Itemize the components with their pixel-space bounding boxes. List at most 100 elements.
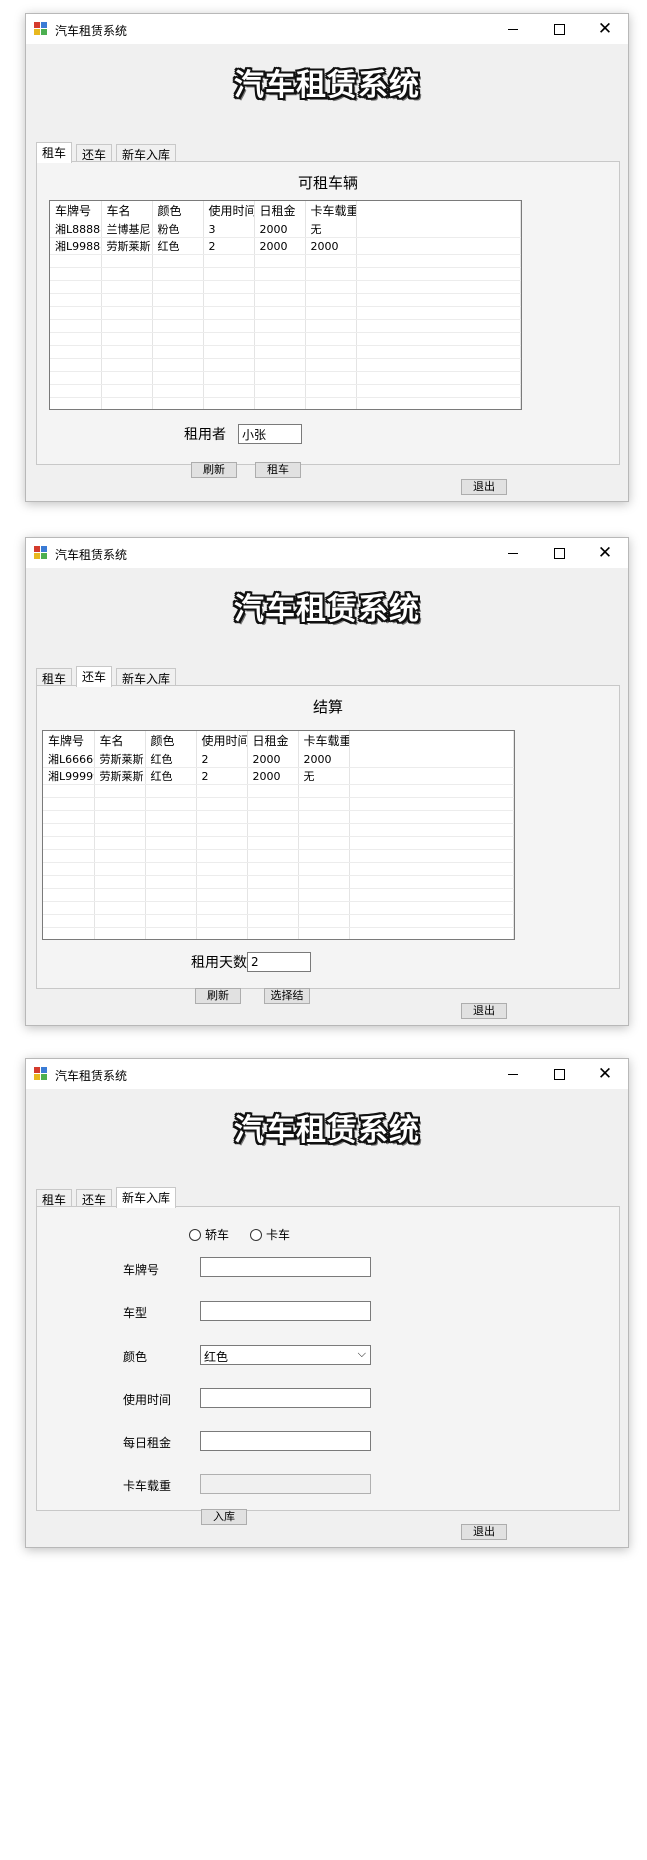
empty-cell	[50, 371, 102, 385]
column-header[interactable]: 车牌号	[50, 201, 102, 221]
empty-cell	[43, 849, 95, 863]
empty-cell	[247, 901, 299, 915]
add-to-stock-button[interactable]: 入库	[201, 1509, 247, 1525]
exit-button[interactable]: 退出	[461, 1003, 507, 1019]
radio-truck[interactable]: 卡车	[250, 1226, 290, 1243]
close-button[interactable]: ✕	[582, 14, 628, 44]
table-cell: 湘L99999	[43, 767, 95, 785]
empty-cell	[298, 901, 350, 915]
close-button[interactable]: ✕	[582, 538, 628, 568]
table-cell: 红色	[152, 237, 204, 255]
empty-cell	[305, 293, 357, 307]
empty-cell	[254, 371, 306, 385]
refresh-button[interactable]: 刷新	[195, 988, 241, 1004]
rented-cars-grid[interactable]: 车牌号 车名 颜色 使用时间 日租金 卡车载重 湘L66666 劳斯莱斯 红色 …	[42, 730, 515, 940]
empty-cell	[305, 371, 357, 385]
tab-return[interactable]: 还车	[76, 1189, 113, 1207]
usage-time-input[interactable]	[200, 1388, 371, 1408]
table-header-row: 车牌号 车名 颜色 使用时间 日租金 卡车载重	[43, 731, 514, 751]
maximize-button[interactable]	[536, 1059, 582, 1089]
column-header[interactable]: 卡车载重	[305, 201, 357, 221]
table-cell: 无	[298, 767, 350, 785]
model-input[interactable]	[200, 1301, 371, 1321]
empty-cell	[196, 888, 248, 902]
table-row[interactable]: 湘L88888 兰博基尼 粉色 3 2000 无	[50, 221, 521, 238]
empty-cell	[356, 345, 521, 359]
empty-table-row	[43, 914, 514, 928]
available-cars-grid[interactable]: 车牌号 车名 颜色 使用时间 日租金 卡车载重 湘L88888 兰博基尼 粉色 …	[49, 200, 522, 410]
column-header[interactable]: 车名	[101, 201, 153, 221]
refresh-button[interactable]: 刷新	[191, 462, 237, 478]
minimize-button[interactable]	[490, 1059, 536, 1089]
exit-button[interactable]: 退出	[461, 479, 507, 495]
chevron-down-icon: ⌵	[357, 1347, 366, 1360]
empty-cell	[203, 280, 255, 294]
tab-new-car[interactable]: 新车入库	[116, 1187, 177, 1208]
empty-cell	[196, 784, 248, 798]
tab-rent[interactable]: 租车	[36, 668, 73, 686]
close-button[interactable]: ✕	[582, 1059, 628, 1089]
maximize-icon	[553, 23, 565, 35]
minimize-button[interactable]	[490, 14, 536, 44]
color-select[interactable]: 红色 ⌵	[200, 1345, 371, 1365]
close-icon: ✕	[597, 1063, 613, 1084]
empty-cell	[254, 384, 306, 398]
tab-new-car[interactable]: 新车入库	[116, 668, 177, 686]
color-select-value: 红色	[204, 1350, 229, 1364]
daily-rent-input[interactable]	[200, 1431, 371, 1451]
empty-cell	[152, 319, 204, 333]
tab-new-car[interactable]: 新车入库	[116, 144, 177, 162]
empty-cell	[247, 875, 299, 889]
empty-cell	[50, 384, 102, 398]
column-header[interactable]: 日租金	[254, 201, 306, 221]
table-row[interactable]: 湘L99999 劳斯莱斯 红色 2 2000 无	[43, 767, 514, 785]
column-header[interactable]: 车名	[94, 731, 146, 751]
title-bar[interactable]: 汽车租赁系统 ✕	[26, 1059, 628, 1089]
table-row[interactable]: 湘L66666 劳斯莱斯 红色 2 2000 2000	[43, 751, 514, 768]
empty-cell	[50, 345, 102, 359]
empty-cell	[298, 810, 350, 824]
rental-days-input[interactable]	[247, 952, 311, 972]
tab-rent[interactable]: 租车	[36, 1189, 73, 1207]
empty-cell	[196, 836, 248, 850]
table-cell: 劳斯莱斯	[94, 751, 146, 768]
empty-cell	[298, 797, 350, 811]
column-header[interactable]: 使用时间	[196, 731, 248, 751]
radio-sedan[interactable]: 轿车	[189, 1226, 229, 1243]
column-header[interactable]: 颜色	[152, 201, 204, 221]
column-header[interactable]: 颜色	[145, 731, 197, 751]
tab-rent[interactable]: 租车	[36, 142, 73, 163]
empty-cell	[50, 267, 102, 281]
rent-car-button[interactable]: 租车	[255, 462, 301, 478]
table-row[interactable]: 湘L99888 劳斯莱斯 红色 2 2000 2000	[50, 237, 521, 255]
empty-cell	[203, 293, 255, 307]
renter-input[interactable]	[238, 424, 302, 444]
maximize-button[interactable]	[536, 14, 582, 44]
exit-button[interactable]: 退出	[461, 1524, 507, 1540]
empty-cell	[349, 797, 514, 811]
empty-table-row	[50, 267, 521, 281]
empty-cell	[145, 914, 197, 928]
empty-cell	[145, 810, 197, 824]
empty-cell	[247, 797, 299, 811]
plate-input[interactable]	[200, 1257, 371, 1277]
column-header[interactable]: 卡车载重	[298, 731, 350, 751]
empty-cell	[43, 888, 95, 902]
maximize-button[interactable]	[536, 538, 582, 568]
column-header[interactable]: 车牌号	[43, 731, 95, 751]
app-heading: 汽车租赁系统	[234, 592, 420, 627]
empty-table-row	[43, 927, 514, 939]
empty-table-row	[43, 836, 514, 850]
title-bar[interactable]: 汽车租赁系统 ✕	[26, 14, 628, 44]
title-bar[interactable]: 汽车租赁系统 ✕	[26, 538, 628, 568]
maximize-icon	[553, 547, 565, 559]
rent-tab-panel: 可租车辆 车牌号 车名 颜色 使用时间 日租金 卡车载重 湘L88888 兰博基…	[36, 161, 620, 478]
empty-cell	[196, 927, 248, 939]
settle-button[interactable]: 选择结	[264, 988, 310, 1004]
minimize-button[interactable]	[490, 538, 536, 568]
column-header[interactable]: 使用时间	[203, 201, 255, 221]
tab-return[interactable]: 还车	[76, 144, 113, 162]
tab-return[interactable]: 还车	[76, 666, 113, 687]
empty-cell	[356, 384, 521, 398]
column-header[interactable]: 日租金	[247, 731, 299, 751]
